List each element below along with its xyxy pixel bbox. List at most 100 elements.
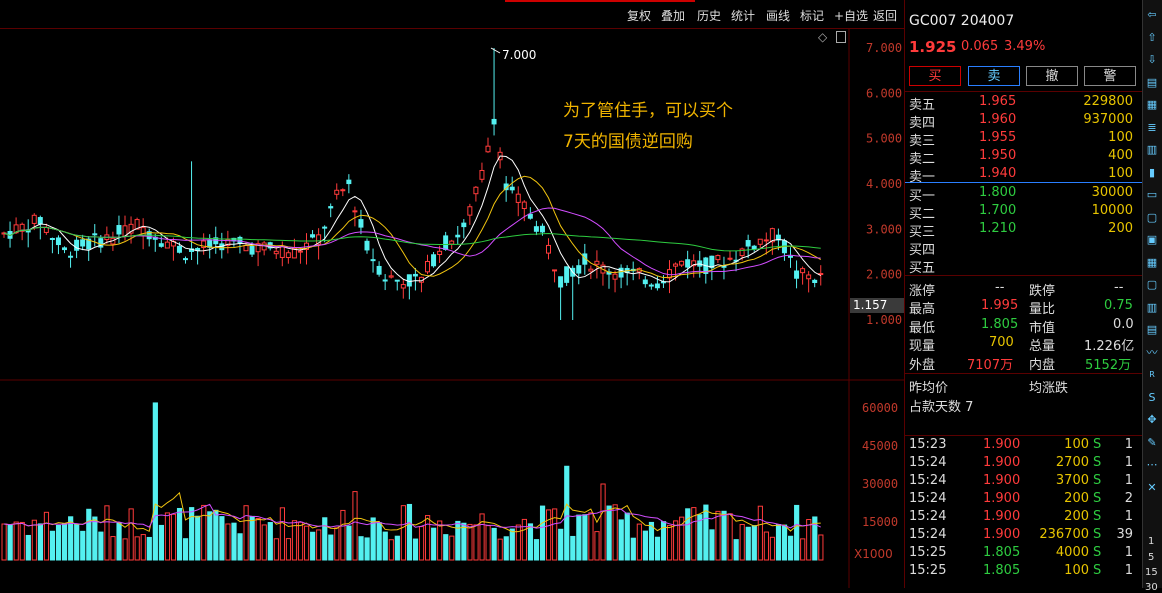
candle-body [673,263,679,267]
volume-bar [1,523,7,561]
volume-bar [757,505,763,561]
bar-icon[interactable]: ▥ [1145,301,1159,315]
ask-row[interactable]: 卖二 1.950 400 [909,148,1135,167]
candle-body [527,213,533,219]
cancel-order-button[interactable]: 撤 [1026,66,1078,86]
menu-fuquan[interactable]: 复权 [627,7,651,24]
volume-bar [62,523,68,561]
ask-row[interactable]: 卖一 1.940 100 [909,166,1135,185]
candle-icon[interactable]: ▮ [1145,166,1159,180]
ask-row[interactable]: 卖五 1.965 229800 [909,94,1135,113]
ask-row[interactable]: 卖三 1.955 100 [909,130,1135,149]
candle-body [80,239,86,247]
volume-bar [406,503,413,561]
rsi-icon[interactable]: R [1145,368,1159,382]
mcap-value: 0.0 [1113,317,1134,332]
alert-button[interactable]: 警 [1084,66,1136,86]
volume-bar [116,522,122,561]
list-icon[interactable]: ≣ [1145,121,1159,135]
candlestick-series [1,47,824,320]
level-volume: 30000 [1091,185,1133,200]
grid-icon[interactable]: ▦ [1145,98,1159,112]
menu-back[interactable]: 返回 [873,7,897,24]
report-icon[interactable]: ▤ [1145,76,1159,90]
volume-bar [13,521,19,561]
candle-body [794,270,800,279]
menu-diejia[interactable]: 叠加 [661,7,685,24]
menu-lishi[interactable]: 历史 [697,7,721,24]
menu-huaxian[interactable]: 画线 [766,7,790,24]
info-icon[interactable]: ▣ [1145,233,1159,247]
level-label: 卖三 [909,134,936,149]
candle-body [49,237,55,240]
x-icon[interactable]: ✕ [1145,481,1159,495]
volume-bar [509,528,515,561]
volume-bar [80,530,86,561]
security-code: GC007 204007 [909,13,1015,29]
buy-button[interactable]: 买 [909,66,961,86]
doc-icon[interactable]: ▭ [1145,188,1159,202]
table-icon[interactable]: ▦ [1145,256,1159,270]
volume-bar [279,507,285,561]
pen-icon[interactable]: ✎ [1145,436,1159,450]
tick-price: 1.900 [983,437,1021,452]
nav-icon[interactable]: ✥ [1145,413,1159,427]
menu-add-favorite[interactable]: +自选 [834,7,868,24]
volume-unit-label: X1000 [854,547,893,561]
price-axis-label: 3.000 [866,222,902,236]
volume-bar [485,525,491,561]
down-icon[interactable]: ⇩ [1145,53,1159,67]
volume-bar [110,536,116,561]
bid-row[interactable]: 买三 1.210 200 [909,221,1135,240]
inner-label: 内盘 [1029,358,1056,373]
menu-tongji[interactable]: 统计 [731,7,755,24]
volume-bar [261,524,267,561]
candle-body [297,250,303,253]
volume-bar [606,505,612,561]
bid-row[interactable]: 买二 1.700 10000 [909,203,1135,222]
f12-icon[interactable]: ▢ [1145,278,1159,292]
wave-icon[interactable]: 〰 [1145,346,1159,360]
kline-chart[interactable]: 7.000 6.000 5.000 4.000 3.000 2.000 1.000 6000… [0,28,904,588]
level-price: 1.210 [979,221,1017,236]
price-change: 0.065 [961,39,999,54]
tick-count: 1 [1124,509,1133,524]
ask-row[interactable]: 卖四 1.960 937000 [909,112,1135,131]
volume-bar [346,525,352,561]
panel-toggle-icon[interactable] [836,31,846,43]
level-volume: 400 [1108,148,1133,163]
peak-price-label: 7.000 [502,48,537,62]
up-icon[interactable]: ⇧ [1145,31,1159,45]
annotation-line-1: 为了管住手，可以买个 [563,101,733,121]
sell-button[interactable]: 卖 [968,66,1020,86]
s-icon[interactable]: S [1145,391,1159,405]
tick-price: 1.900 [983,527,1021,542]
period-1-label[interactable]: 1 [1148,536,1154,547]
period-5-label[interactable]: 5 [1148,552,1154,563]
menu-biaoji[interactable]: 标记 [800,7,824,24]
bid-row[interactable]: 买四 [909,239,1135,258]
limit-up-value: -- [995,280,1005,295]
outer-value: 7107万 [967,358,1014,373]
volume-bar [237,533,243,561]
chart-icon[interactable]: ▥ [1145,143,1159,157]
f10-icon[interactable]: ▢ [1145,211,1159,225]
level-volume: 100 [1108,130,1133,145]
bid-row[interactable]: 买一 1.800 30000 [909,185,1135,204]
candle-body [388,275,394,278]
volume-bar [128,508,134,561]
dots-icon[interactable]: ⋯ [1145,458,1159,472]
bid-row[interactable]: 买五 [909,257,1135,276]
stats-row: 外盘 7107万 内盘 5152万 [909,354,1135,373]
volume-bar [213,509,219,561]
candle-body [273,250,279,255]
tick-side: S [1093,473,1102,488]
settings-icon[interactable]: ▤ [1145,323,1159,337]
back-icon[interactable]: ⇦ [1145,8,1159,22]
volume-axis-labels: 60000 45000 30000 15000 [862,401,898,529]
days-label: 占款天数 7 [909,400,974,415]
period-15-label[interactable]: 15 [1145,567,1158,578]
tick-volume: 2700 [1055,455,1089,470]
volume-bar [207,511,213,561]
diamond-icon[interactable]: ◇ [818,30,827,44]
